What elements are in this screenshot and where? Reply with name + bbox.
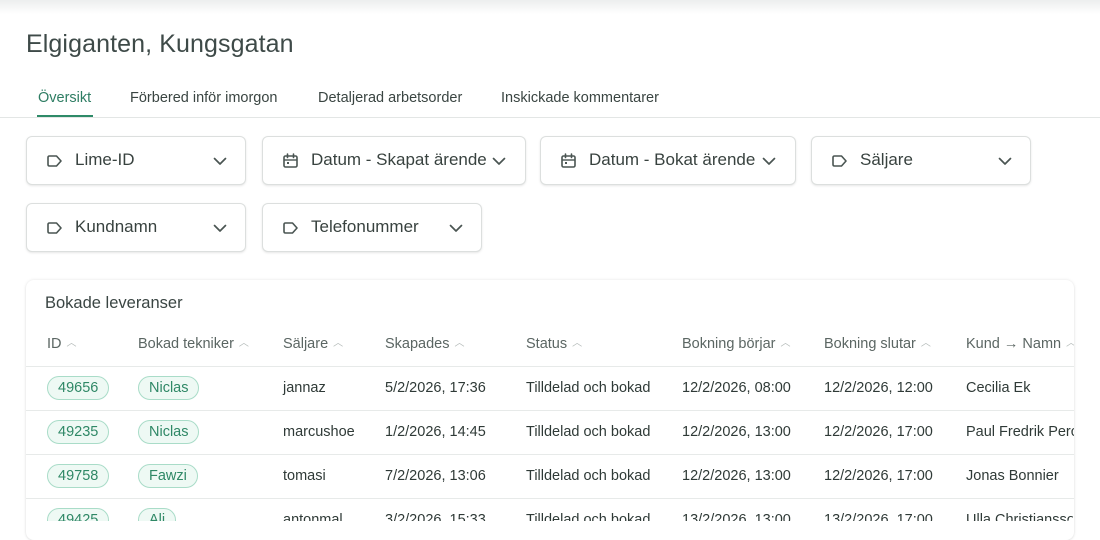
bookings-card: Bokade leveranser ID ︿ Bokad tekniker ︿ Sä… — [26, 280, 1074, 540]
cell-status: Tilldelad och bokad — [526, 424, 651, 440]
tag-icon — [47, 222, 62, 234]
sort-asc-icon: ︿ — [66, 338, 77, 349]
chevron-down-icon — [492, 157, 506, 165]
chevron-down-icon — [762, 157, 776, 165]
top-shadow — [0, 0, 1100, 14]
cell-skapades: 1/2/2026, 14:45 — [385, 424, 486, 440]
filter-label: Lime-ID — [75, 150, 135, 169]
column-header-status[interactable]: Status ︿ — [526, 336, 582, 352]
id-badge[interactable]: 49656 — [47, 376, 110, 400]
column-label: Kund → Namn — [966, 336, 1062, 352]
id-badge[interactable]: 49235 — [47, 420, 110, 444]
cell-status: Tilldelad och bokad — [526, 380, 651, 396]
cell-bokning-slutar: 12/2/2026, 12:00 — [824, 380, 933, 396]
tab-oversikt[interactable]: Översikt — [36, 84, 94, 117]
sort-asc-icon: ︿ — [780, 338, 791, 349]
tab-inskickade-kommentarer[interactable]: Inskickade kommentarer — [501, 84, 659, 116]
filter-telefonummer[interactable]: Telefonummer — [262, 203, 482, 252]
table-title: Bokade leveranser — [45, 294, 183, 312]
column-header-saljare[interactable]: Säljare ︿ — [283, 336, 343, 352]
sort-asc-icon: ︿ — [333, 338, 344, 349]
filter-kundnamn[interactable]: Kundnamn — [26, 203, 246, 252]
filter-label: Telefonummer — [311, 217, 419, 236]
calendar-icon — [561, 153, 576, 168]
tab-detaljerad-arbetsorder[interactable]: Detaljerad arbetsorder — [318, 84, 462, 116]
sort-asc-icon: ︿ — [920, 338, 931, 349]
table-row[interactable]: 49656 Niclas jannaz 5/2/2026, 17:36 Till… — [26, 366, 1074, 410]
column-label: Bokad tekniker — [138, 336, 234, 352]
table-row[interactable]: 49425 Ali antonmal 3/2/2026, 15:33 Tilld… — [26, 498, 1074, 521]
column-label: Status — [526, 336, 568, 352]
column-header-skapades[interactable]: Skapades ︿ — [385, 336, 465, 352]
filter-datum-bokat-arende[interactable]: Datum - Bokat ärende — [540, 136, 796, 185]
technician-badge[interactable]: Niclas — [138, 420, 200, 444]
cell-bokning-borjar: 12/2/2026, 13:00 — [682, 424, 791, 440]
cell-kund-namn: Ulla Christiansso — [966, 512, 1074, 521]
sort-asc-icon: ︿ — [454, 338, 465, 349]
chevron-down-icon — [213, 157, 227, 165]
cell-skapades: 3/2/2026, 15:33 — [385, 512, 486, 521]
filter-saljare[interactable]: Säljare — [811, 136, 1031, 185]
cell-saljare: marcushoe — [283, 424, 355, 440]
calendar-icon — [283, 153, 298, 168]
cell-saljare: tomasi — [283, 468, 326, 484]
sort-asc-icon: ︿ — [238, 338, 249, 349]
chevron-down-icon — [213, 224, 227, 232]
tag-icon — [283, 222, 298, 234]
cell-bokning-slutar: 12/2/2026, 17:00 — [824, 424, 933, 440]
sort-asc-icon: ︿ — [1066, 338, 1074, 349]
cell-status: Tilldelad och bokad — [526, 468, 651, 484]
filter-label: Säljare — [860, 150, 913, 169]
column-header-bokning-borjar[interactable]: Bokning börjar ︿ — [682, 336, 791, 352]
column-label: Bokning börjar — [682, 336, 776, 352]
table-row[interactable]: 49758 Fawzi tomasi 7/2/2026, 13:06 Tilld… — [26, 454, 1074, 498]
tag-icon — [832, 155, 847, 167]
filter-label: Datum - Bokat ärende — [589, 150, 756, 169]
cell-bokning-borjar: 12/2/2026, 13:00 — [682, 468, 791, 484]
filter-label: Kundnamn — [75, 217, 158, 236]
column-header-id[interactable]: ID ︿ — [47, 336, 77, 352]
page-title: Elgiganten, Kungsgatan — [26, 30, 294, 58]
column-label: Bokning slutar — [824, 336, 916, 352]
technician-badge[interactable]: Ali — [138, 508, 177, 521]
cell-kund-namn: Jonas Bonnier — [966, 468, 1059, 484]
column-label: Skapades — [385, 336, 450, 352]
sort-asc-icon: ︿ — [572, 338, 583, 349]
cell-bokning-borjar: 13/2/2026, 13:00 — [682, 512, 791, 521]
filter-label: Datum - Skapat ärende — [311, 150, 487, 169]
tab-forbered-infor-imorgon[interactable]: Förbered inför imorgon — [130, 84, 278, 116]
technician-badge[interactable]: Niclas — [138, 376, 200, 400]
chevron-down-icon — [449, 224, 463, 232]
id-badge[interactable]: 49425 — [47, 508, 110, 521]
table-viewport: Bokade leveranser ID ︿ Bokad tekniker ︿ Sä… — [26, 280, 1074, 521]
cell-kund-namn: Paul Fredrik Perc — [966, 424, 1074, 440]
filter-lime-id[interactable]: Lime-ID — [26, 136, 246, 185]
tag-icon — [47, 155, 62, 167]
column-header-bokning-slutar[interactable]: Bokning slutar ︿ — [824, 336, 931, 352]
technician-badge[interactable]: Fawzi — [138, 464, 198, 488]
cell-kund-namn: Cecilia Ek — [966, 380, 1031, 396]
chevron-down-icon — [998, 157, 1012, 165]
cell-bokning-borjar: 12/2/2026, 08:00 — [682, 380, 791, 396]
tab-bar: Översikt Förbered inför imorgon Detaljer… — [0, 84, 1100, 118]
column-header-kund-namn[interactable]: Kund → Namn ︿ — [966, 336, 1074, 352]
filter-datum-skapat-arende[interactable]: Datum - Skapat ärende — [262, 136, 526, 185]
cell-status: Tilldelad och bokad — [526, 512, 651, 521]
id-badge[interactable]: 49758 — [47, 464, 110, 488]
cell-bokning-slutar: 12/2/2026, 17:00 — [824, 468, 933, 484]
cell-saljare: jannaz — [283, 380, 326, 396]
column-label: ID — [47, 336, 62, 352]
table-row[interactable]: 49235 Niclas marcushoe 1/2/2026, 14:45 T… — [26, 410, 1074, 454]
column-label: Säljare — [283, 336, 329, 352]
cell-skapades: 5/2/2026, 17:36 — [385, 380, 486, 396]
column-header-bokad-tekniker[interactable]: Bokad tekniker ︿ — [138, 336, 249, 352]
cell-bokning-slutar: 13/2/2026, 17:00 — [824, 512, 933, 521]
cell-skapades: 7/2/2026, 13:06 — [385, 468, 486, 484]
cell-saljare: antonmal — [283, 512, 343, 521]
